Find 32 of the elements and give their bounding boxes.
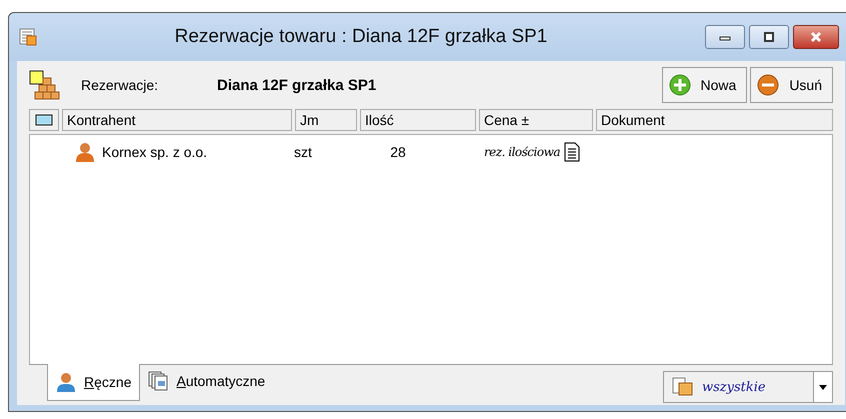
windows-icon — [148, 371, 168, 391]
minimize-button[interactable] — [705, 25, 745, 49]
reservations-label: Rezerwacje: — [81, 77, 160, 93]
delete-button[interactable]: Usuń — [750, 67, 833, 103]
plus-icon — [668, 74, 691, 96]
new-button[interactable]: Nowa — [662, 67, 748, 103]
checkbox-icon — [35, 114, 53, 126]
tab[interactable]: Ręczne — [47, 364, 140, 401]
maximize-icon — [762, 31, 776, 43]
table-cell-text: rez. ilościowa — [482, 145, 561, 159]
select-column-header[interactable] — [29, 109, 59, 131]
product-name: Diana 12F grzałka SP1 — [217, 76, 376, 94]
table-cell-text: 28 — [389, 144, 407, 160]
minus-icon — [757, 74, 780, 96]
table-cell: Kornex sp. z o.o. — [102, 144, 208, 160]
column-header[interactable]: Jm — [295, 109, 357, 131]
column-header[interactable]: Kontrahent — [62, 109, 292, 131]
column-header[interactable]: Ilość — [360, 109, 476, 131]
column-header[interactable]: Dokument — [596, 109, 833, 131]
window-title: Rezerwacje towaru : Diana 12F grzałka SP1 — [174, 26, 548, 48]
filter-dropdown[interactable]: wszystkie — [663, 371, 833, 403]
maximize-button[interactable] — [749, 25, 789, 49]
person-icon — [56, 372, 76, 392]
person-icon — [74, 141, 96, 163]
document-icon — [564, 142, 580, 162]
table-cell-text: szt — [293, 144, 313, 160]
boxes-icon — [672, 377, 694, 397]
caret-icon — [819, 384, 827, 390]
column-header[interactable]: Cena ± — [479, 109, 593, 131]
close-button[interactable] — [793, 25, 839, 49]
close-icon — [809, 31, 823, 43]
tab[interactable]: Automatyczne — [140, 365, 274, 397]
